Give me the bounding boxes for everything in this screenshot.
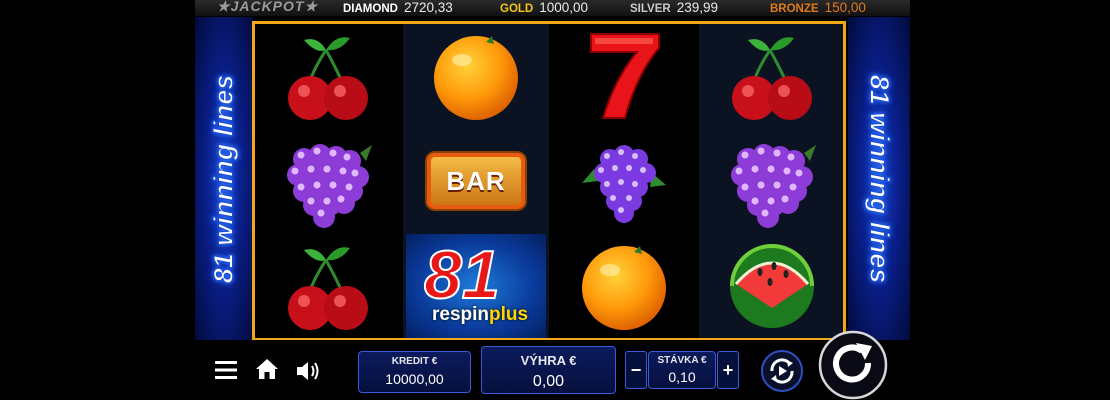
right-side-panel: 81 winning lines <box>848 17 910 340</box>
credit-box: KREDIT € 10000,00 <box>358 351 471 393</box>
jackpot-silver: SILVER 239,99 <box>630 0 718 15</box>
bet-value: 0,10 <box>668 369 696 385</box>
jackpot-gold: GOLD 1000,00 <box>500 0 588 15</box>
bar-symbol: BAR <box>403 129 549 233</box>
autoplay-icon[interactable] <box>760 349 804 393</box>
winning-lines-right: 81 winning lines <box>864 74 895 284</box>
game-screen: ★JACKPOT★ DIAMOND 2720,33 GOLD 1000,00 SIL… <box>0 0 1110 400</box>
watermelon-symbol <box>699 234 843 338</box>
bet-decrease-button[interactable]: − <box>625 351 647 389</box>
menu-icon[interactable] <box>215 360 237 380</box>
silver-value: 239,99 <box>676 0 718 15</box>
seven-symbol <box>551 24 697 128</box>
sound-icon[interactable] <box>295 360 323 382</box>
winning-lines-left: 81 winning lines <box>208 74 239 284</box>
gold-label: GOLD <box>500 3 534 15</box>
spin-icon[interactable] <box>818 330 888 400</box>
bronze-label: BRONZE <box>770 3 819 15</box>
credit-label: KREDIT € <box>391 356 438 367</box>
bronze-value: 150,00 <box>824 0 866 15</box>
control-bar: KREDIT € 10000,00 VÝHRA € 0,00 − STÁVKA … <box>195 330 910 400</box>
home-icon[interactable] <box>255 357 279 381</box>
win-box: VÝHRA € 0,00 <box>481 346 616 394</box>
grapes-symbol <box>255 129 401 233</box>
bet-increase-button[interactable]: + <box>717 351 739 389</box>
reel-2: BAR 81 respinplus <box>403 24 549 338</box>
win-value: 0,00 <box>532 373 565 390</box>
cherry-symbol <box>255 234 401 338</box>
respin-plus-text: respinplus <box>432 304 529 325</box>
jackpot-logo-text: JACKPOT <box>230 0 305 14</box>
respin-number: 81 <box>423 236 501 314</box>
left-side-panel: 81 winning lines <box>195 17 253 340</box>
bet-label: STÁVKA € <box>657 355 707 366</box>
reel-3 <box>551 24 697 338</box>
jackpot-logo: ★JACKPOT★ <box>217 0 319 14</box>
cherry-symbol <box>255 24 401 128</box>
credit-value: 10000,00 <box>385 371 444 387</box>
orange-symbol <box>403 24 549 128</box>
orange-symbol <box>551 234 697 338</box>
diamond-value: 2720,33 <box>403 0 453 15</box>
grapes-symbol <box>699 129 843 233</box>
jackpot-bar: ★JACKPOT★ DIAMOND 2720,33 GOLD 1000,00 SIL… <box>195 0 910 16</box>
cherry-symbol <box>699 24 843 128</box>
bar-symbol-text: BAR <box>446 165 506 196</box>
diamond-label: DIAMOND <box>343 3 398 15</box>
bet-box: STÁVKA € 0,10 <box>648 351 716 389</box>
grapes-symbol <box>551 129 697 233</box>
jackpot-diamond: DIAMOND 2720,33 <box>343 0 453 15</box>
reel-4 <box>699 24 843 338</box>
gold-value: 1000,00 <box>539 0 589 15</box>
reel-1 <box>255 24 401 338</box>
silver-label: SILVER <box>630 3 671 15</box>
win-label: VÝHRA € <box>520 353 577 368</box>
respin-plus-81-symbol: 81 respinplus <box>403 234 549 338</box>
reel-area: BAR 81 respinplus <box>252 21 846 341</box>
jackpot-bronze: BRONZE 150,00 <box>770 0 866 15</box>
